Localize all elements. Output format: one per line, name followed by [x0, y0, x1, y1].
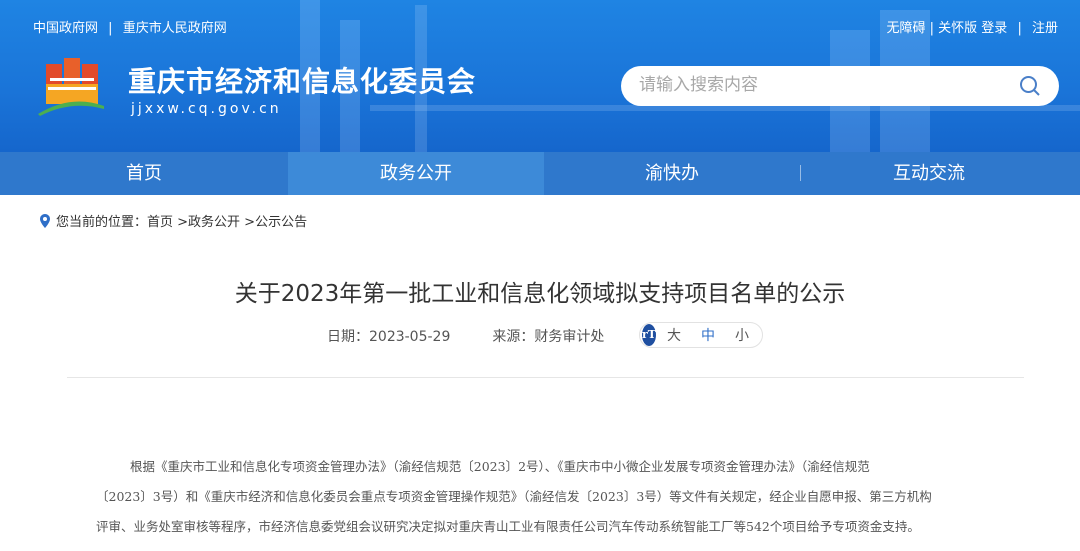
body-line: 根据《重庆市工业和信息化专项资金管理办法》（渝经信规范〔2023〕2号）、《重庆… [130, 459, 870, 474]
separator: | [1017, 21, 1022, 36]
nav-yukuaiban[interactable]: 渝快办 [544, 152, 800, 195]
separator: | [929, 21, 934, 36]
font-size-large[interactable]: 大 [667, 325, 681, 345]
register-link[interactable]: 注册 [1032, 21, 1058, 36]
search-box [621, 66, 1059, 106]
account-links: 无障碍 | 关怀版 登录 | 注册 [886, 17, 1058, 36]
site-name[interactable]: 重庆市经济和信息化委员会 [128, 60, 476, 100]
search-input[interactable] [639, 75, 999, 95]
separator: | [108, 21, 113, 36]
font-size-small[interactable]: 小 [735, 325, 749, 345]
breadcrumb: 您当前的位置： 首页 >政务公开 >公示公告 [40, 211, 307, 230]
font-size-icon: rT [642, 324, 656, 346]
elder-mode-link[interactable]: 关怀版 [938, 21, 977, 36]
nav-home[interactable]: 首页 [0, 152, 288, 195]
accessibility-link[interactable]: 无障碍 [886, 21, 925, 36]
article-source: 来源：财务审计处 [492, 329, 605, 345]
login-link[interactable]: 登录 [981, 21, 1007, 36]
article-title: 关于2023年第一批工业和信息化领域拟支持项目名单的公示 [234, 281, 846, 307]
article-date: 日期：2023-05-29 [327, 329, 451, 345]
font-size-switcher: rT 大 中 小 [639, 322, 763, 348]
divider [67, 377, 1024, 378]
main-nav: 首页 政务公开 渝快办 互动交流 [0, 152, 1080, 195]
link-china-gov[interactable]: 中国政府网 [33, 21, 98, 36]
nav-government-affairs[interactable]: 政务公开 [288, 152, 544, 195]
top-links: 中国政府网 | 重庆市人民政府网 [33, 17, 233, 36]
nav-interaction[interactable]: 互动交流 [801, 152, 1057, 195]
link-cq-gov[interactable]: 重庆市人民政府网 [123, 21, 227, 36]
search-icon[interactable] [1019, 75, 1041, 97]
article-meta: 日期：2023-05-29 来源：财务审计处 [327, 326, 604, 346]
breadcrumb-path[interactable]: 首页 >政务公开 >公示公告 [147, 211, 307, 230]
body-line: 〔2023〕3号）和《重庆市经济和信息化委员会重点专项资金管理操作规范》（渝经信… [96, 489, 932, 504]
body-line: 评审、业务处室审核等程序，市经济信息委党组会议研究决定拟对重庆青山工业有限责任公… [96, 519, 920, 534]
location-pin-icon [40, 213, 50, 228]
font-size-medium[interactable]: 中 [701, 325, 715, 345]
article-body: 根据《重庆市工业和信息化专项资金管理办法》（渝经信规范〔2023〕2号）、《重庆… [96, 457, 1006, 547]
site-header: 中国政府网 | 重庆市人民政府网 无障碍 | 关怀版 登录 | 注册 重庆市经济… [0, 0, 1080, 152]
breadcrumb-label: 您当前的位置： [56, 215, 148, 230]
site-domain: jjxxw.cq.gov.cn [131, 101, 282, 117]
site-logo-icon[interactable] [36, 56, 106, 116]
